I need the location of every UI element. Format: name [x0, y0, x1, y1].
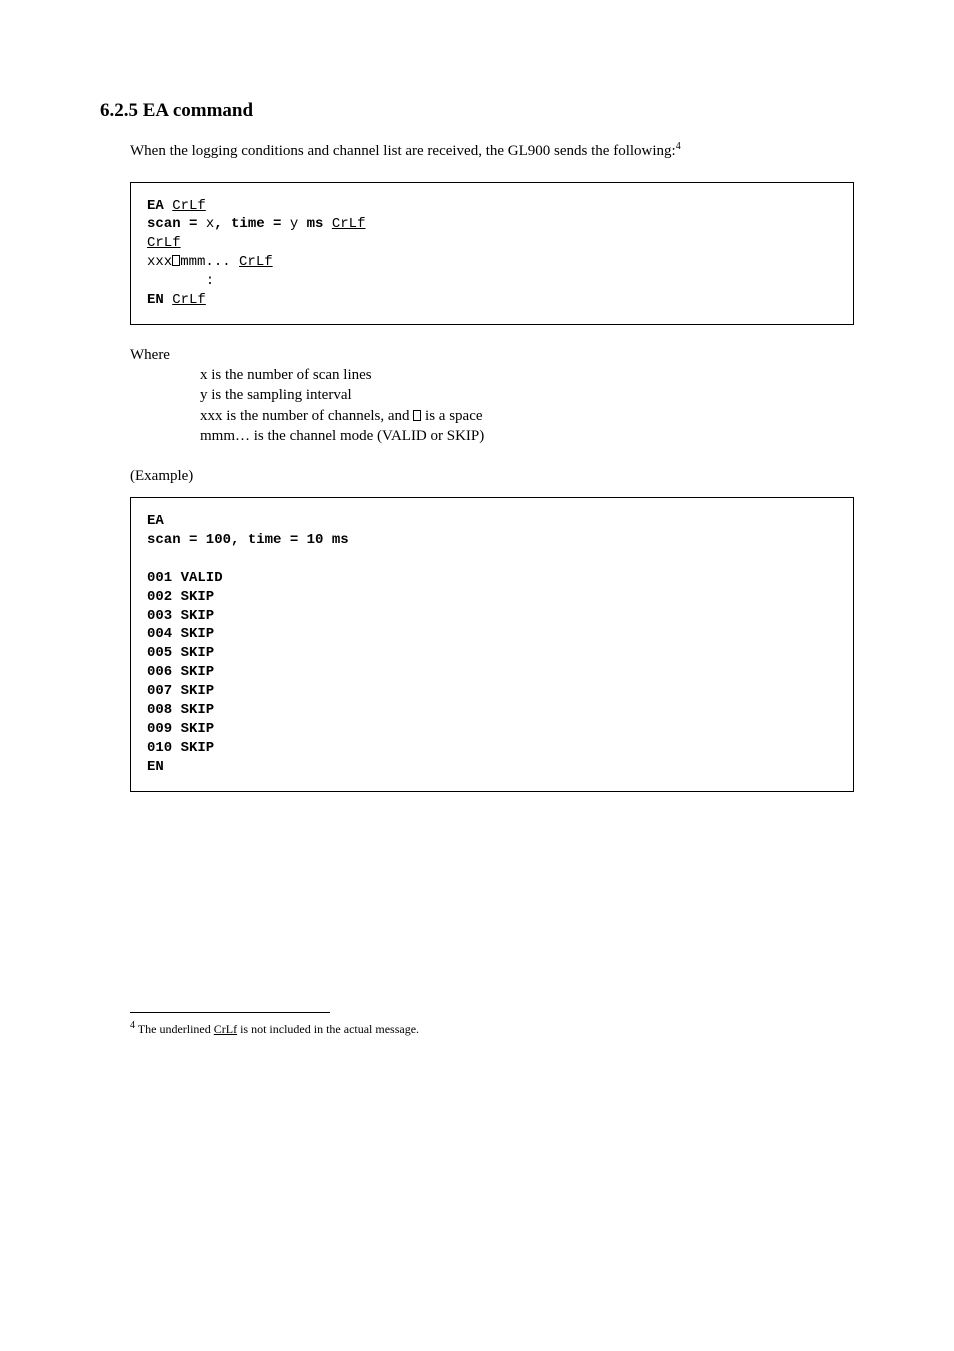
where-label: Where — [130, 347, 170, 363]
footnote-text-prefix: The underlined — [135, 1022, 214, 1036]
where-line-3: xxx is the number of channels, and is a … — [200, 406, 854, 426]
code-ms: ms — [298, 216, 332, 232]
code-crlf: CrLf — [332, 216, 366, 232]
code-mmm: mmm... — [180, 254, 239, 270]
example-code-box: EA scan = 100, time = 10 ms 001 VALID 00… — [130, 497, 854, 791]
code-scan: scan = — [147, 216, 206, 232]
intro-paragraph: When the logging conditions and channel … — [130, 140, 854, 162]
code-comma: , — [214, 216, 231, 232]
where-line-4: mmm… is the channel mode (VALID or SKIP) — [200, 426, 854, 446]
code-time: time = — [231, 216, 290, 232]
footnote-separator — [130, 1012, 330, 1013]
footnote-text-suffix: is not included in the actual message. — [237, 1022, 419, 1036]
code-y: y — [290, 216, 298, 232]
code-xxx: xxx — [147, 254, 172, 270]
footnote-crlf: CrLf — [214, 1022, 237, 1036]
syntax-code-box: EA CrLf scan = x, time = y ms CrLf CrLf … — [130, 182, 854, 325]
where-line-3b: is a space — [421, 408, 482, 424]
where-line-3a: xxx is the number of channels, and — [200, 408, 413, 424]
code-crlf: CrLf — [172, 198, 206, 214]
where-block: Where x is the number of scan lines y is… — [130, 345, 854, 446]
code-colon: : — [147, 273, 214, 289]
code-en: EN — [147, 292, 172, 308]
code-crlf: CrLf — [172, 292, 206, 308]
footnote-ref: 4 — [676, 141, 681, 152]
code-ea: EA — [147, 198, 172, 214]
code-crlf: CrLf — [147, 235, 181, 251]
intro-text: When the logging conditions and channel … — [130, 143, 676, 159]
code-x: x — [206, 216, 214, 232]
where-line-2: y is the sampling interval — [200, 385, 854, 405]
footnote: 4 The underlined CrLf is not included in… — [130, 1019, 874, 1038]
code-crlf: CrLf — [239, 254, 273, 270]
where-line-1: x is the number of scan lines — [200, 365, 854, 385]
example-label: (Example) — [130, 468, 874, 485]
section-heading: 6.2.5 EA command — [100, 100, 874, 122]
